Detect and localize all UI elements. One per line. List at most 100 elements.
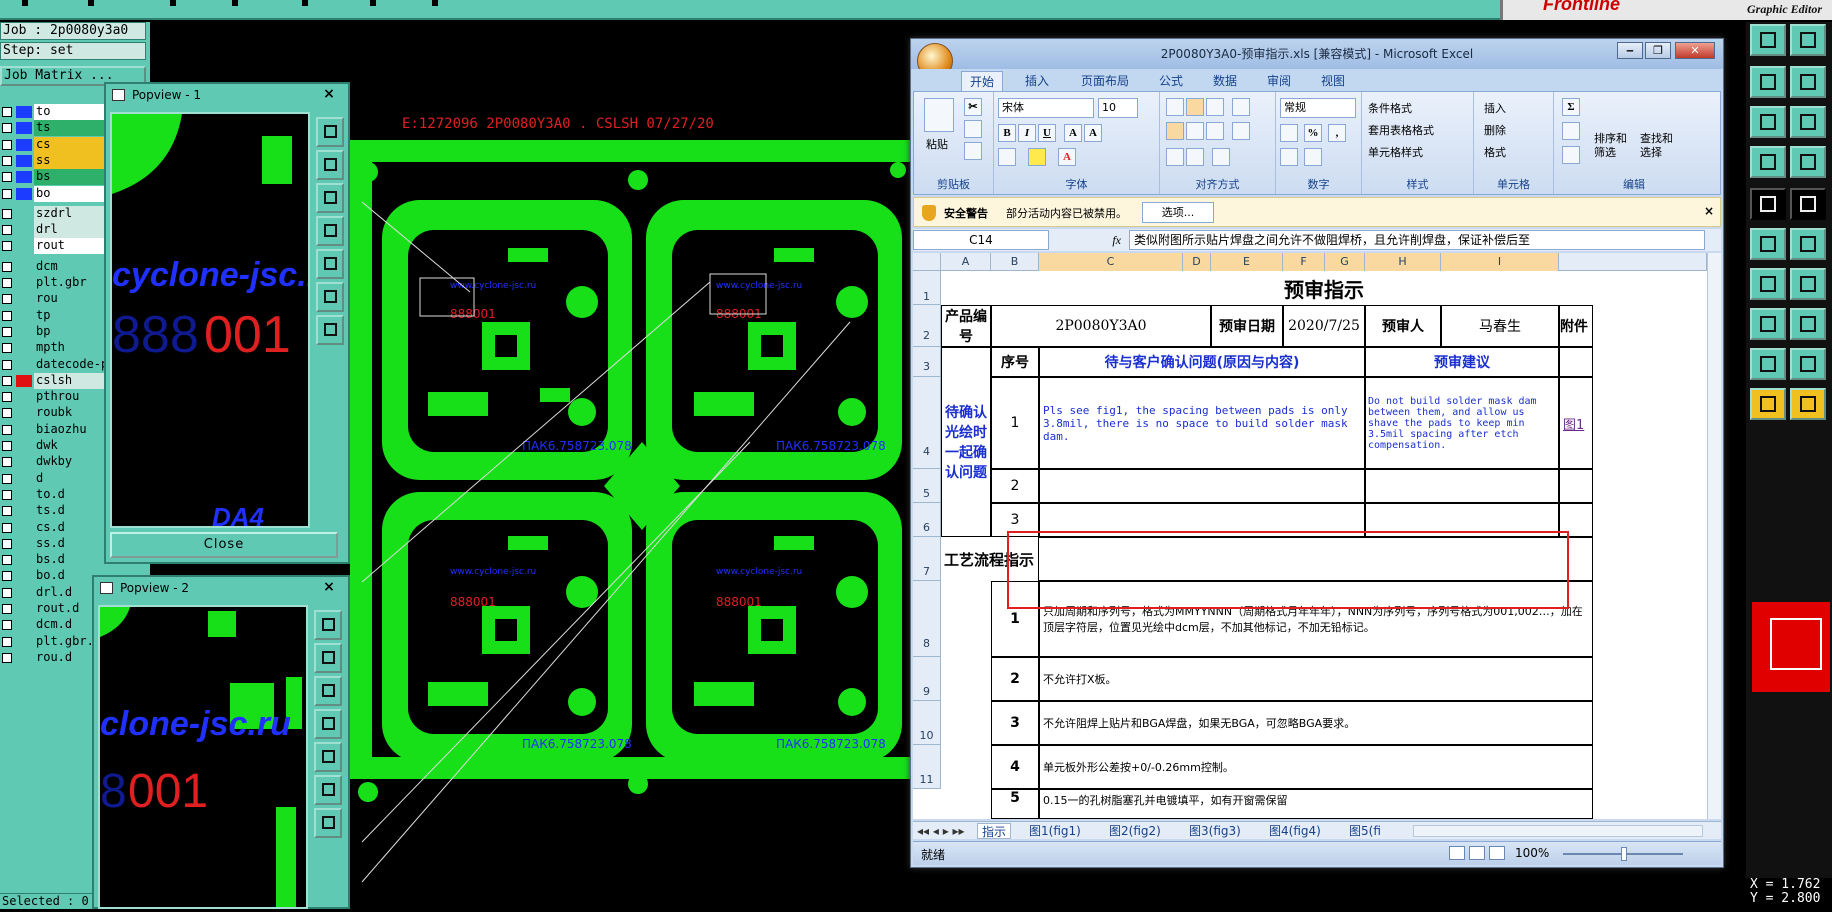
- column-header[interactable]: G: [1325, 253, 1365, 271]
- layer-checkbox[interactable]: [2, 310, 12, 321]
- row-header[interactable]: 11: [913, 745, 941, 789]
- center-icon[interactable]: [316, 315, 344, 345]
- row-header[interactable]: 7: [913, 537, 941, 581]
- pan-right-icon[interactable]: [314, 742, 342, 772]
- format-cells-button[interactable]: 格式: [1484, 144, 1506, 160]
- pointer-select-icon[interactable]: [1790, 388, 1826, 420]
- column-header[interactable]: E: [1211, 253, 1283, 271]
- pan-right-icon[interactable]: [316, 249, 344, 279]
- fit-icon[interactable]: [314, 775, 342, 805]
- align-top-icon[interactable]: [1166, 98, 1184, 116]
- layer-checkbox[interactable]: [2, 225, 12, 236]
- zoom-window-icon[interactable]: [1790, 106, 1826, 138]
- popview-2-view[interactable]: clone-jsc.ru 8 001: [98, 605, 308, 909]
- color-indicator[interactable]: [1750, 600, 1832, 694]
- merge-center-icon[interactable]: [1232, 122, 1250, 140]
- sheet-cell[interactable]: [1039, 469, 1365, 503]
- cut-icon[interactable]: ✂: [964, 98, 982, 116]
- fill-color-icon[interactable]: [1028, 148, 1046, 166]
- sheet-nav-icon[interactable]: ◂◂ ◂ ▸ ▸▸: [913, 823, 969, 839]
- menu-marker[interactable]: [370, 0, 376, 6]
- menu-marker[interactable]: [170, 0, 176, 6]
- process-number[interactable]: 2: [991, 657, 1039, 701]
- font-color-icon[interactable]: A: [1058, 148, 1076, 166]
- layer-checkbox[interactable]: [2, 457, 12, 468]
- autosum-icon[interactable]: Σ: [1562, 98, 1580, 116]
- layer-checkbox[interactable]: [2, 424, 12, 435]
- font-name-select[interactable]: 宋体: [998, 98, 1094, 118]
- column-header[interactable]: I: [1441, 253, 1559, 271]
- layer-checkbox[interactable]: [2, 208, 12, 219]
- layer-checkbox[interactable]: [2, 441, 12, 451]
- column-header[interactable]: C: [1039, 253, 1183, 271]
- cross-icon[interactable]: [1790, 228, 1826, 260]
- layer-checkbox[interactable]: [2, 620, 12, 631]
- date-value[interactable]: 2020/7/25: [1283, 305, 1365, 347]
- tab-insert[interactable]: 插入: [1017, 71, 1057, 91]
- popview-2-titlebar[interactable]: Popview - 2 ×: [94, 577, 348, 599]
- column-header[interactable]: B: [991, 253, 1039, 271]
- layer-checkbox[interactable]: [2, 489, 12, 500]
- page-break-view-icon[interactable]: [1489, 846, 1505, 860]
- reviewer-label[interactable]: 预审人: [1365, 305, 1441, 347]
- sheet-title[interactable]: 预审指示: [941, 271, 1707, 305]
- excel-titlebar[interactable]: 2P0080Y3A0-预审指示.xls [兼容模式] - Microsoft E…: [911, 39, 1723, 69]
- line-angle-icon[interactable]: [1790, 268, 1826, 300]
- attachment-link[interactable]: 图1: [1559, 377, 1593, 469]
- process-text[interactable]: 不允许打X板。: [1039, 657, 1593, 701]
- row-header[interactable]: 5: [913, 469, 941, 503]
- menu-marker[interactable]: [302, 0, 308, 6]
- layer-checkbox[interactable]: [2, 172, 12, 183]
- section1-label[interactable]: 待确认光绘时一起确认问题: [941, 347, 991, 537]
- paste-icon[interactable]: [924, 98, 954, 132]
- snap-icon[interactable]: [1750, 228, 1786, 260]
- suggest-text[interactable]: Do not build solder mask dam between the…: [1365, 377, 1559, 469]
- row-header[interactable]: 6: [913, 503, 941, 537]
- italic-button[interactable]: I: [1018, 124, 1036, 142]
- row-header[interactable]: 9: [913, 657, 941, 701]
- zoom-level[interactable]: 100%: [1515, 846, 1549, 860]
- sheet-tab[interactable]: 图1(fig1): [1025, 823, 1085, 839]
- close-icon[interactable]: ×: [316, 578, 342, 596]
- orientation-icon[interactable]: [1212, 148, 1230, 166]
- sheet-tab[interactable]: 图4(fig4): [1265, 823, 1325, 839]
- fit-icon[interactable]: [316, 282, 344, 312]
- zoom-in-icon[interactable]: [314, 643, 342, 673]
- name-box[interactable]: C14: [913, 230, 1049, 250]
- layer-checkbox[interactable]: [2, 155, 12, 166]
- percent-icon[interactable]: %: [1304, 124, 1322, 142]
- redo-icon[interactable]: [1790, 24, 1826, 56]
- reviewer-value[interactable]: 马春生: [1441, 305, 1559, 347]
- layer-checkbox[interactable]: [2, 188, 12, 199]
- tab-formulas[interactable]: 公式: [1151, 71, 1191, 91]
- conditional-format-button[interactable]: 条件格式: [1368, 100, 1412, 116]
- column-header[interactable]: F: [1283, 253, 1325, 271]
- layer-checkbox[interactable]: [2, 326, 12, 337]
- select-all-corner[interactable]: [913, 253, 941, 271]
- tab-view[interactable]: 视图: [1313, 71, 1353, 91]
- shrink-font-icon[interactable]: A: [1084, 124, 1102, 142]
- undo-icon[interactable]: [1750, 24, 1786, 56]
- column-header[interactable]: [1559, 253, 1707, 271]
- layer-checkbox[interactable]: [2, 241, 12, 252]
- sheet-cell[interactable]: [1365, 469, 1559, 503]
- menu-marker[interactable]: [22, 0, 28, 6]
- delete-cells-button[interactable]: 删除: [1484, 122, 1506, 138]
- column-header[interactable]: D: [1183, 253, 1211, 271]
- product-label[interactable]: 产品编号: [941, 305, 991, 347]
- zoom-in-icon[interactable]: [1750, 66, 1786, 98]
- layer-checkbox[interactable]: [2, 604, 12, 614]
- row-header[interactable]: 2: [913, 305, 941, 347]
- column-header[interactable]: A: [941, 253, 991, 271]
- increase-indent-icon[interactable]: [1186, 148, 1204, 166]
- popview-1-view[interactable]: cyclone-jsc.ru 888 001 DA4: [110, 112, 310, 528]
- sheet-cell[interactable]: [1559, 347, 1593, 377]
- sheet-tab[interactable]: 图3(fig3): [1185, 823, 1245, 839]
- zoom-window-icon[interactable]: [314, 610, 342, 640]
- zoom-in-icon[interactable]: [316, 150, 344, 180]
- issue-text[interactable]: Pls see fig1, the spacing between pads i…: [1039, 377, 1365, 469]
- layer-checkbox[interactable]: [2, 473, 12, 484]
- layer-checkbox[interactable]: [2, 294, 12, 305]
- zoom-out-icon[interactable]: [316, 183, 344, 213]
- line-icon[interactable]: [1750, 268, 1786, 300]
